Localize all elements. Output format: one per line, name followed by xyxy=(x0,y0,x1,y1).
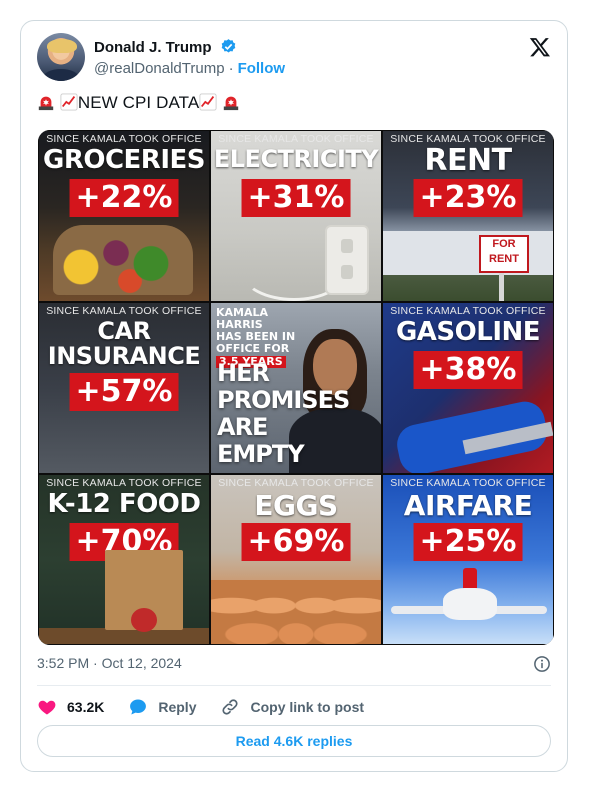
media-image-grid[interactable]: SINCE KAMALA TOOK OFFICE GROCERIES +22% … xyxy=(38,130,554,645)
tile-electricity: SINCE KAMALA TOOK OFFICE ELECTRICITY +31… xyxy=(210,130,382,302)
headline-line: PROMISES xyxy=(217,386,350,414)
tile-rent: SINCE KAMALA TOOK OFFICE RENT +23% FOR R… xyxy=(382,130,554,302)
like-button[interactable]: 63.2K xyxy=(37,697,104,717)
tile-heading: GROCERIES xyxy=(43,145,206,175)
like-count: 63.2K xyxy=(67,699,105,715)
tile-percent: +22% xyxy=(69,179,179,217)
tile-car-insurance: SINCE KAMALA TOOK OFFICE CAR INSURANCE +… xyxy=(38,302,210,474)
sign-post xyxy=(499,269,504,301)
siren-emoji-icon xyxy=(38,96,54,111)
tile-percent: +69% xyxy=(241,523,351,561)
airplane-image xyxy=(443,588,497,620)
headline-line: HER xyxy=(217,359,270,387)
tile-percent: +57% xyxy=(69,373,179,411)
since-label: SINCE KAMALA TOOK OFFICE xyxy=(46,477,202,489)
tile-eggs: SINCE KAMALA TOOK OFFICE EGGS +69% xyxy=(210,474,382,645)
harris-line: KAMALA HARRIS xyxy=(216,306,269,331)
tile-k12-food: SINCE KAMALA TOOK OFFICE K-12 FOOD +70% xyxy=(38,474,210,645)
headline-line: ARE xyxy=(217,413,268,441)
since-label: SINCE KAMALA TOOK OFFICE xyxy=(390,305,546,317)
chart-increasing-emoji-icon xyxy=(60,93,78,111)
since-label: SINCE KAMALA TOOK OFFICE xyxy=(218,133,374,145)
tweet-text: NEW CPI DATA xyxy=(37,93,240,113)
copy-link-button[interactable]: Copy link to post xyxy=(220,697,364,717)
verified-badge-icon xyxy=(221,39,235,53)
for-rent-sign: FOR RENT xyxy=(479,235,529,273)
divider xyxy=(37,685,551,686)
tile-groceries: SINCE KAMALA TOOK OFFICE GROCERIES +22% xyxy=(38,130,210,302)
x-logo-icon[interactable] xyxy=(529,36,551,58)
author-handle[interactable]: @realDonaldTrump xyxy=(94,60,225,77)
copy-link-label: Copy link to post xyxy=(250,699,365,715)
info-icon[interactable] xyxy=(533,655,551,673)
since-label: SINCE KAMALA TOOK OFFICE xyxy=(218,477,374,489)
tile-heading: EGGS xyxy=(254,489,338,522)
tile-airfare: SINCE KAMALA TOOK OFFICE AIRFARE +25% xyxy=(382,474,554,645)
chart-increasing-emoji-icon xyxy=(199,93,217,111)
tile-gasoline: SINCE KAMALA TOOK OFFICE GASOLINE +38% xyxy=(382,302,554,474)
tile-percent: +38% xyxy=(413,351,523,389)
reply-bubble-icon xyxy=(130,699,147,715)
tile-percent: +31% xyxy=(241,179,351,217)
harris-headline: HER PROMISES ARE EMPTY xyxy=(217,359,350,468)
tweet-timestamp[interactable]: 3:52 PM · Oct 12, 2024 xyxy=(37,655,182,671)
handle-row: @realDonaldTrump · Follow xyxy=(94,60,286,77)
tweet-card: Donald J. Trump @realDonaldTrump · Follow … xyxy=(20,20,568,772)
author-name[interactable]: Donald J. Trump xyxy=(94,39,212,56)
tile-percent: +25% xyxy=(413,523,523,561)
link-icon xyxy=(222,699,239,715)
groceries-bag-image xyxy=(53,225,193,295)
since-label: SINCE KAMALA TOOK OFFICE xyxy=(390,477,546,489)
avatar[interactable] xyxy=(37,33,85,81)
tile-heading-line: INSURANCE xyxy=(47,342,201,370)
since-label: SINCE KAMALA TOOK OFFICE xyxy=(46,133,202,145)
tile-heading: AIRFARE xyxy=(403,489,533,522)
apple-image xyxy=(131,608,157,632)
tile-heading: GASOLINE xyxy=(395,317,541,347)
tile-heading: RENT xyxy=(424,143,512,178)
read-replies-button[interactable]: Read 4.6K replies xyxy=(37,725,551,757)
tile-heading: ELECTRICITY xyxy=(213,145,379,173)
headline-line: EMPTY xyxy=(217,440,305,468)
author-name-row[interactable]: Donald J. Trump xyxy=(94,38,237,56)
harris-line: OFFICE FOR xyxy=(216,342,290,355)
tweet-text-content: NEW CPI DATA xyxy=(77,93,200,112)
siren-emoji-icon xyxy=(223,96,239,111)
eggs-image xyxy=(211,580,381,644)
tile-percent: +23% xyxy=(413,179,523,217)
since-label: SINCE KAMALA TOOK OFFICE xyxy=(46,305,202,317)
action-bar: 63.2K Reply Copy link to post xyxy=(37,695,388,719)
tile-harris: KAMALA HARRIS HAS BEEN IN OFFICE FOR 3.5… xyxy=(210,302,382,474)
tile-heading: K-12 FOOD xyxy=(47,489,201,519)
follow-button[interactable]: Follow xyxy=(238,60,286,77)
reply-label: Reply xyxy=(158,699,197,715)
heart-icon xyxy=(38,700,56,715)
desk-image xyxy=(39,628,209,644)
tile-heading: CAR INSURANCE xyxy=(39,319,209,369)
outlet-image xyxy=(327,227,367,293)
reply-button[interactable]: Reply xyxy=(128,697,196,717)
tile-heading-line: CAR xyxy=(97,317,151,345)
